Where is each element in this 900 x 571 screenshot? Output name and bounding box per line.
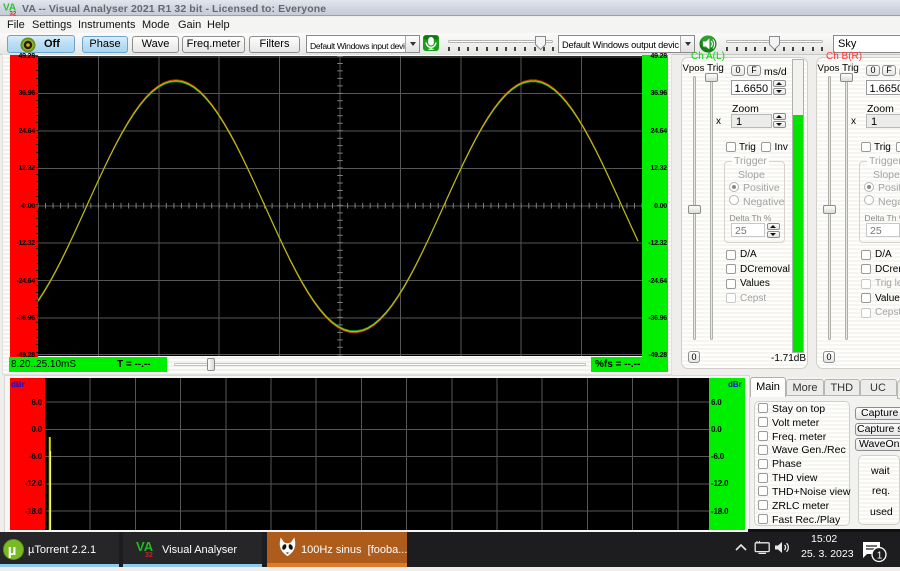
svg-text:µ: µ — [8, 542, 17, 559]
svg-text:32: 32 — [10, 12, 17, 17]
svg-text:1: 1 — [877, 551, 883, 562]
svg-text:32: 32 — [145, 552, 153, 558]
